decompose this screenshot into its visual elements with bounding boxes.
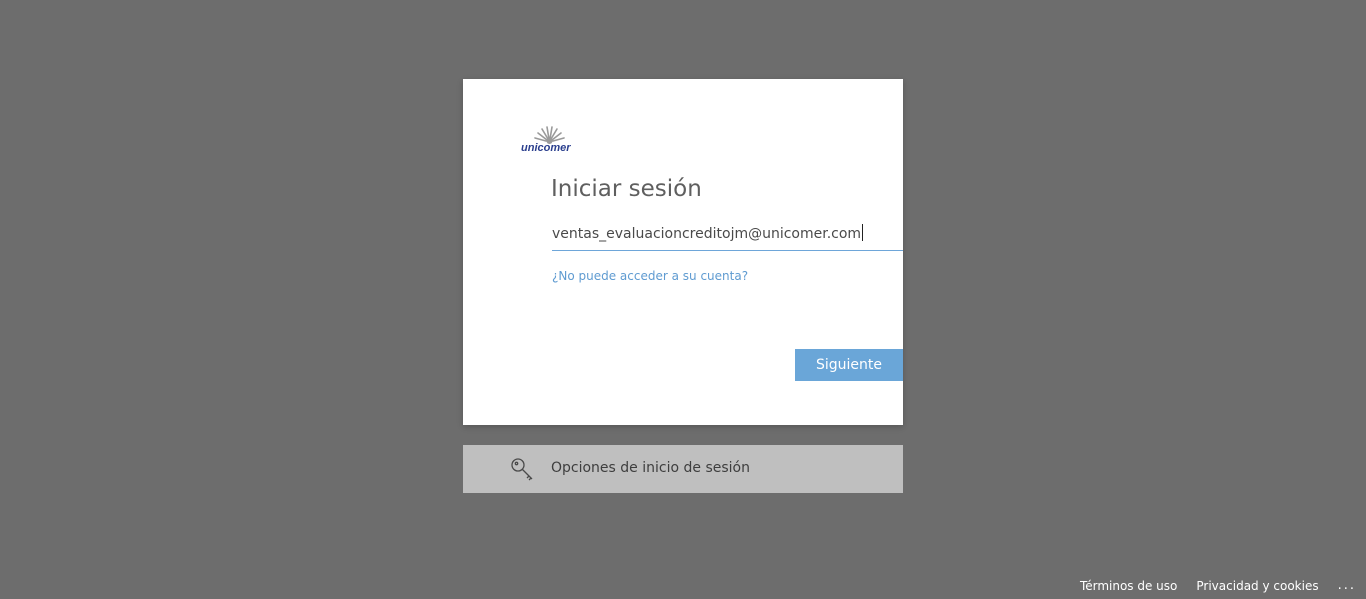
logo-text: unicomer <box>521 142 571 154</box>
cant-access-link[interactable]: ¿No puede acceder a su cuenta? <box>552 269 748 283</box>
page-title: Iniciar sesión <box>551 176 702 202</box>
unicomer-logo: unicomer <box>520 125 578 157</box>
email-field[interactable]: ventas_evaluacioncreditojm@unicomer.com <box>552 221 903 251</box>
more-options-button[interactable]: ... <box>1338 578 1356 593</box>
text-caret <box>862 224 864 241</box>
signin-options-label: Opciones de inicio de sesión <box>551 460 750 476</box>
footer: Términos de uso Privacidad y cookies ... <box>1080 578 1356 593</box>
next-button[interactable]: Siguiente <box>795 349 903 381</box>
signin-card: unicomer Iniciar sesión ventas_evaluacio… <box>463 79 903 425</box>
email-value: ventas_evaluacioncreditojm@unicomer.com <box>552 224 864 242</box>
privacy-link[interactable]: Privacidad y cookies <box>1196 579 1318 593</box>
signin-options-button[interactable]: Opciones de inicio de sesión <box>463 445 903 493</box>
terms-link[interactable]: Términos de uso <box>1080 579 1177 593</box>
key-icon <box>511 458 533 481</box>
